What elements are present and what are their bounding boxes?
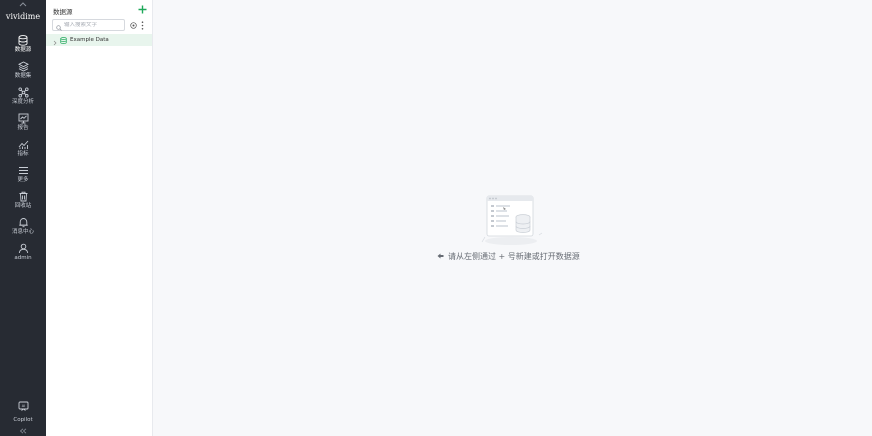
svg-text:AI: AI xyxy=(21,404,24,408)
nav-item-more[interactable]: 更多 xyxy=(0,164,46,188)
panel-title: 数据源 xyxy=(53,8,73,16)
more-options-button[interactable] xyxy=(139,20,145,30)
database-icon xyxy=(17,34,29,46)
search-input[interactable] xyxy=(64,22,124,28)
nav-item-label: 深度分析 xyxy=(11,99,34,105)
nav-item-label: 消息中心 xyxy=(11,229,34,235)
datasource-panel: 数据源 Example Data xyxy=(46,0,153,436)
plus-icon xyxy=(138,5,146,13)
chevron-right-icon[interactable] xyxy=(53,31,57,50)
nav-item-deep-analysis[interactable]: 深度分析 xyxy=(0,86,46,110)
app-window: vividime 数据源 数据集 深度分析 报告 指标 更多 回收站 消息中心 … xyxy=(0,0,872,436)
locate-button[interactable] xyxy=(129,21,137,29)
layers-icon xyxy=(17,60,29,72)
search-box xyxy=(52,19,125,31)
main-content: 请从左侧通过 + 号新建或打开数据源 xyxy=(153,0,872,436)
nav-item-label: 数据集 xyxy=(14,73,32,79)
nav-item-label: admin xyxy=(14,255,32,261)
nav-item-messages[interactable]: 消息中心 xyxy=(0,216,46,240)
nav-item-label: 回收站 xyxy=(14,203,32,209)
tree-item-example-data[interactable]: Example Data xyxy=(46,34,152,46)
user-icon xyxy=(17,242,29,254)
nav-item-dataset[interactable]: 数据集 xyxy=(0,60,46,84)
arrow-left-icon xyxy=(437,253,444,259)
empty-state-hint: 请从左侧通过 + 号新建或打开数据源 xyxy=(437,250,580,262)
brand-logo: vividime xyxy=(5,12,41,21)
metric-icon xyxy=(17,138,29,150)
target-icon xyxy=(129,21,137,29)
copilot-label: Copilot xyxy=(13,417,33,423)
nav-item-admin[interactable]: admin xyxy=(0,242,46,266)
nav-item-label: 数据源 xyxy=(14,47,32,53)
add-datasource-button[interactable] xyxy=(137,4,147,14)
empty-state-text: 请从左侧通过 + 号新建或打开数据源 xyxy=(448,251,580,261)
nav-rail: vividime 数据源 数据集 深度分析 报告 指标 更多 回收站 消息中心 … xyxy=(0,0,46,436)
more-vertical-icon xyxy=(141,20,143,30)
nav-item-label: 指标 xyxy=(17,151,29,157)
report-icon xyxy=(17,112,29,124)
copilot-icon: AI xyxy=(18,396,29,415)
empty-state-illustration xyxy=(481,193,543,247)
chevron-up-icon[interactable] xyxy=(0,0,46,8)
menu-icon xyxy=(17,164,29,176)
trash-icon xyxy=(17,190,29,202)
nav-item-recycle-bin[interactable]: 回收站 xyxy=(0,190,46,214)
analysis-icon xyxy=(17,86,29,98)
nav-item-label: 更多 xyxy=(17,177,29,183)
nav-item-datasource[interactable]: 数据源 xyxy=(0,34,46,58)
database-icon xyxy=(60,36,67,44)
copilot-button[interactable]: AI Copilot xyxy=(0,396,46,423)
nav-item-label: 报告 xyxy=(17,125,29,131)
bell-icon xyxy=(17,216,29,228)
tree-item-label: Example Data xyxy=(70,37,109,43)
nav-item-report[interactable]: 报告 xyxy=(0,112,46,136)
nav-item-metric[interactable]: 指标 xyxy=(0,138,46,162)
collapse-rail-icon[interactable] xyxy=(0,426,46,436)
